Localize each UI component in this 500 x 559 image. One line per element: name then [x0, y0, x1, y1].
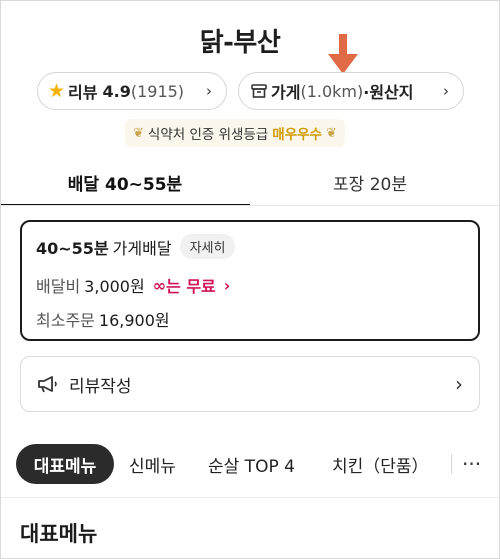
min-order-label: 최소주문	[36, 311, 95, 330]
chip-new-menu[interactable]: 신메뉴	[129, 444, 176, 484]
write-review-label: 리뷰작성	[69, 376, 132, 397]
delivery-fee-value: 3,000원	[84, 277, 145, 296]
chips-divider	[0, 497, 500, 498]
chevron-right-icon: ›	[206, 82, 212, 100]
annotation-arrow-icon	[328, 34, 358, 74]
review-count: (1915)	[130, 81, 185, 101]
delivery-info-card: 40~55분 가게배달 자세히 배달비 3,000원 ∞ 는 무료 › 최소주문…	[20, 220, 480, 341]
tab-pickup[interactable]: 포장 20분	[250, 170, 490, 195]
promo-text: 는 무료	[166, 277, 216, 296]
review-rating: 4.9	[102, 81, 131, 101]
chevron-right-icon: ›	[455, 372, 463, 396]
laurel-left-icon: ❦	[133, 125, 144, 141]
details-button[interactable]: 자세히	[179, 234, 236, 259]
min-order-value: 16,900원	[98, 311, 170, 330]
delivery-type: 가게배달	[112, 238, 172, 258]
chip-representative-menu[interactable]: 대표메뉴	[16, 444, 114, 484]
tab-delivery[interactable]: 배달 40~55분	[0, 170, 250, 195]
membership-logo-icon: ∞	[152, 275, 166, 295]
review-summary-button[interactable]: ★ 리뷰 4.9 (1915) ›	[37, 72, 227, 110]
store-distance: (1.0km)	[300, 81, 364, 101]
chip-divider	[451, 454, 452, 474]
review-label: 리뷰	[68, 83, 98, 102]
free-delivery-promo-link[interactable]: ∞ 는 무료 ›	[153, 273, 231, 297]
store-icon	[251, 84, 267, 98]
chevron-right-icon: ›	[223, 275, 231, 295]
store-label: 가게	[271, 83, 301, 102]
certification-grade: 매우우수	[272, 127, 322, 143]
delivery-fee-label: 배달비	[36, 277, 81, 296]
section-title: 대표메뉴	[20, 522, 98, 546]
write-review-button[interactable]: 리뷰작성 ›	[20, 356, 480, 412]
more-categories-icon[interactable]: ···	[462, 444, 481, 484]
tab-divider	[0, 205, 500, 206]
store-info-button[interactable]: 가게 (1.0km) ·원산지 ›	[238, 72, 464, 110]
hygiene-certification-badge[interactable]: ❦ 식약처 인증 위생등급 매우우수 ❦	[125, 119, 345, 147]
store-name: 닭-부산	[199, 28, 281, 58]
delivery-time: 40~55분	[36, 238, 109, 258]
laurel-right-icon: ❦	[325, 125, 337, 141]
certification-text: 식약처 인증 위생등급	[147, 127, 269, 143]
chevron-right-icon: ›	[443, 82, 449, 100]
origin-label: ·원산지	[363, 83, 414, 102]
chip-boneless-top4[interactable]: 순살 TOP 4	[208, 444, 295, 484]
chip-chicken-single[interactable]: 치킨（단품）	[332, 444, 429, 484]
megaphone-icon	[38, 376, 57, 393]
star-icon: ★	[48, 79, 66, 102]
menu-category-bar: 대표메뉴 신메뉴 순살 TOP 4 치킨（단품） ···	[0, 444, 500, 488]
